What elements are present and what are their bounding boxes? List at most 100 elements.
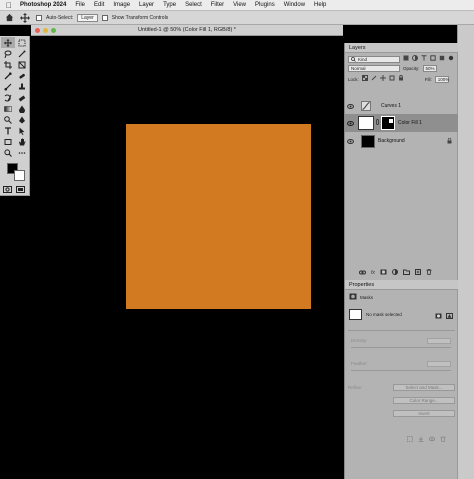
apple-icon[interactable]:  xyxy=(6,1,12,10)
delete-mask-icon[interactable] xyxy=(440,436,446,444)
auto-select-dropdown[interactable]: Layer xyxy=(77,13,98,22)
filter-type-icon[interactable] xyxy=(421,55,427,63)
menu-select[interactable]: Select xyxy=(185,2,202,8)
crop-icon[interactable] xyxy=(1,59,15,70)
color-fill-artwork[interactable] xyxy=(126,124,311,309)
filter-smart-icon[interactable] xyxy=(439,55,445,63)
lock-icon[interactable] xyxy=(447,137,452,146)
pen-icon[interactable] xyxy=(15,114,29,125)
divider xyxy=(348,330,455,331)
menu-layer[interactable]: Layer xyxy=(139,2,154,8)
layer-mask-thumbnail[interactable] xyxy=(381,116,395,130)
disable-mask-icon[interactable] xyxy=(429,436,435,444)
blend-row: Normal Opacity: 50% xyxy=(348,65,437,72)
layer-row-background[interactable]: Background xyxy=(345,132,458,150)
fill-field[interactable]: 100% xyxy=(434,75,449,83)
menu-view[interactable]: View xyxy=(233,2,246,8)
transform-controls-label: Show Transform Controls xyxy=(111,14,169,21)
color-swatches[interactable] xyxy=(5,163,27,183)
tools-panel xyxy=(0,36,30,196)
add-pixel-mask-icon[interactable] xyxy=(435,313,442,321)
magic-wand-icon[interactable] xyxy=(15,48,29,59)
move-icon[interactable] xyxy=(1,37,15,48)
opacity-label: Opacity: xyxy=(403,66,420,71)
link-layers-icon[interactable] xyxy=(359,270,366,277)
layer-style-icon[interactable]: fx xyxy=(371,270,375,276)
blur-icon[interactable] xyxy=(15,103,29,114)
transform-controls-checkbox[interactable] xyxy=(101,14,108,21)
home-icon[interactable] xyxy=(4,13,14,23)
color-range-button[interactable]: Color Range... xyxy=(393,397,455,404)
path-selection-icon[interactable] xyxy=(15,125,29,136)
density-field[interactable] xyxy=(427,338,451,344)
history-brush-icon[interactable] xyxy=(1,92,15,103)
quick-mask-icon[interactable] xyxy=(3,186,12,195)
load-selection-icon[interactable] xyxy=(407,436,413,444)
delete-layer-icon[interactable] xyxy=(426,269,432,277)
menu-file[interactable]: File xyxy=(75,2,85,8)
new-layer-icon[interactable] xyxy=(414,269,421,277)
adjustment-layer-icon[interactable] xyxy=(391,269,398,277)
zoom-icon[interactable] xyxy=(1,147,15,158)
brush-icon[interactable] xyxy=(1,81,15,92)
menu-plugins[interactable]: Plugins xyxy=(255,2,275,8)
lock-transparent-icon[interactable] xyxy=(361,75,368,83)
apply-mask-icon[interactable] xyxy=(418,436,424,444)
frame-icon[interactable] xyxy=(15,59,29,70)
filter-toggle-icon[interactable] xyxy=(448,55,454,63)
clone-stamp-icon[interactable] xyxy=(15,81,29,92)
menu-help[interactable]: Help xyxy=(314,2,326,8)
add-mask-icon[interactable] xyxy=(380,269,387,277)
marquee-icon[interactable] xyxy=(15,37,29,48)
add-vector-mask-icon[interactable] xyxy=(446,313,453,321)
link-chain-icon[interactable] xyxy=(376,119,379,127)
auto-select-checkbox[interactable] xyxy=(36,14,42,21)
screen-mode-icon[interactable] xyxy=(16,186,25,195)
select-and-mask-button[interactable]: Select and Mask... xyxy=(393,384,455,391)
healing-brush-icon[interactable] xyxy=(15,70,29,81)
move-tool-icon[interactable] xyxy=(18,12,32,23)
menu-filter[interactable]: Filter xyxy=(211,2,224,8)
menu-type[interactable]: Type xyxy=(163,2,176,8)
more-tools-icon[interactable] xyxy=(15,147,29,158)
opacity-field[interactable]: 50% xyxy=(422,65,437,72)
type-icon[interactable] xyxy=(1,125,15,136)
menu-app[interactable]: Photoshop 2024 xyxy=(20,2,66,8)
gradient-icon[interactable] xyxy=(1,103,15,114)
layers-tab[interactable]: Layers xyxy=(349,45,366,51)
feather-slider[interactable] xyxy=(351,370,451,371)
invert-button[interactable]: Invert xyxy=(393,410,455,417)
dodge-icon[interactable] xyxy=(1,114,15,125)
lock-position-icon[interactable] xyxy=(379,75,386,83)
masks-section-row: Masks xyxy=(349,293,373,302)
menu-window[interactable]: Window xyxy=(284,2,305,8)
lock-pixels-icon[interactable] xyxy=(371,75,377,83)
lock-artboard-icon[interactable] xyxy=(389,75,395,83)
rectangle-icon[interactable] xyxy=(1,136,15,147)
eraser-icon[interactable] xyxy=(15,92,29,103)
visibility-eye-icon[interactable] xyxy=(345,103,355,109)
layer-kind-dropdown[interactable]: Kind xyxy=(348,55,400,63)
filter-adjustment-icon[interactable] xyxy=(412,55,418,63)
lock-all-icon[interactable] xyxy=(398,74,404,83)
layer-row-curves[interactable]: Curves 1 xyxy=(345,97,458,115)
density-label: Density: xyxy=(351,338,368,343)
menu-image[interactable]: Image xyxy=(113,2,130,8)
lasso-icon[interactable] xyxy=(1,48,15,59)
group-folder-icon[interactable] xyxy=(402,269,410,277)
filter-shape-icon[interactable] xyxy=(430,55,436,63)
blend-mode-dropdown[interactable]: Normal xyxy=(348,65,400,72)
layer-kind-value: Kind xyxy=(358,56,368,62)
visibility-eye-icon[interactable] xyxy=(345,120,355,126)
layer-row-color-fill[interactable]: Color Fill 1 xyxy=(345,114,458,132)
visibility-eye-icon[interactable] xyxy=(345,138,355,144)
density-slider[interactable] xyxy=(351,347,451,348)
properties-tab[interactable]: Properties xyxy=(349,282,374,288)
menu-edit[interactable]: Edit xyxy=(94,2,104,8)
filter-pixel-icon[interactable] xyxy=(403,55,409,63)
feather-field[interactable] xyxy=(427,361,451,367)
hand-icon[interactable] xyxy=(15,136,29,147)
properties-footer xyxy=(407,436,446,444)
background-color-swatch[interactable] xyxy=(14,170,25,181)
eyedropper-icon[interactable] xyxy=(1,70,15,81)
